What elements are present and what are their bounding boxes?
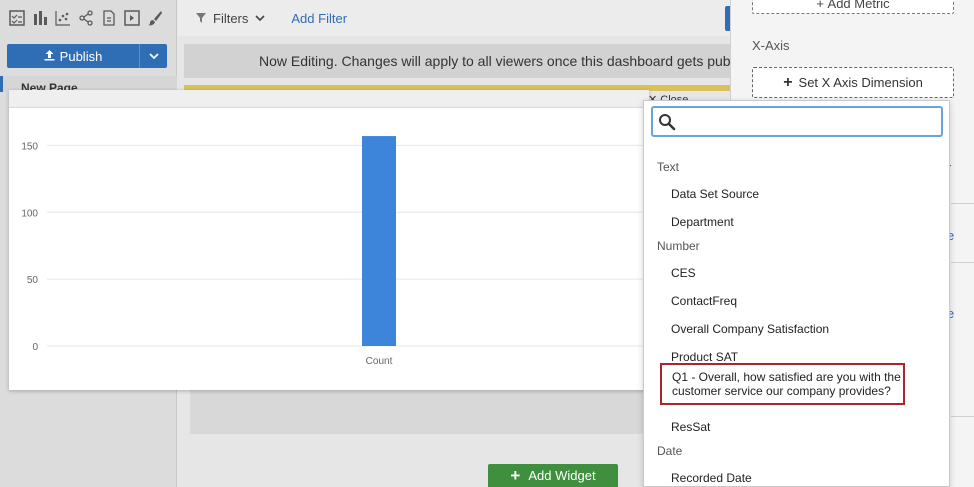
checklist-icon[interactable]	[9, 10, 25, 26]
bar-chart-icon[interactable]	[32, 10, 48, 26]
search-icon	[659, 114, 676, 131]
field-search	[651, 106, 943, 137]
y-tick-label: 0	[32, 342, 38, 353]
editing-banner-text: Now Editing. Changes will apply to all v…	[259, 53, 740, 69]
plus-icon: +	[783, 73, 793, 91]
publish-options-button[interactable]	[139, 44, 167, 68]
chevron-down-icon	[255, 14, 265, 21]
widget-preview: 0 50 100 150 Count	[9, 90, 649, 390]
field-group-label: Date	[657, 444, 683, 458]
x-axis-section-label: X-Axis	[752, 38, 790, 53]
panel-divider	[951, 262, 974, 263]
filters-dropdown[interactable]: Filters	[196, 11, 265, 26]
panel-divider	[951, 416, 974, 417]
set-x-axis-label: Set X Axis Dimension	[798, 75, 923, 90]
field-option[interactable]: CES	[644, 266, 951, 280]
field-option[interactable]: Overall Company Satisfaction	[644, 322, 951, 336]
filter-icon	[196, 13, 206, 23]
export-icon[interactable]	[124, 10, 140, 26]
editing-banner: Now Editing. Changes will apply to all v…	[184, 44, 740, 78]
x-tick-label: Count	[366, 356, 393, 367]
filter-bar: Filters Add Filter	[178, 0, 738, 36]
field-selector-dropdown: Text Data Set Source Department Number CES Co…	[643, 100, 950, 487]
publish-label: Publish	[59, 48, 103, 64]
scatter-icon[interactable]	[55, 10, 71, 26]
field-option[interactable]: Recorded Date	[644, 471, 951, 485]
paint-brush-icon[interactable]	[147, 10, 163, 26]
add-filter-link[interactable]: Add Filter	[291, 11, 347, 26]
field-search-input[interactable]	[681, 111, 937, 132]
plus-icon: +	[510, 465, 521, 485]
field-option[interactable]: Product SAT	[644, 350, 951, 364]
add-metric-button[interactable]: + Add Metric	[752, 0, 954, 14]
share-icon[interactable]	[78, 10, 94, 26]
upload-icon	[44, 49, 55, 64]
field-group-label: Text	[657, 160, 680, 174]
chevron-down-icon	[148, 52, 159, 59]
publish-button[interactable]: Publish	[7, 44, 139, 68]
bar-chart: 0 50 100 150 Count	[21, 136, 644, 367]
add-metric-label: Add Metric	[827, 0, 890, 11]
widget-toolbar	[0, 0, 177, 36]
bar[interactable]	[362, 136, 396, 346]
publish-button-group: Publish	[7, 44, 167, 68]
add-widget-label: Add Widget	[528, 468, 596, 483]
y-tick-label: 100	[21, 208, 38, 219]
panel-divider	[951, 203, 974, 204]
field-group-label: Number	[657, 239, 700, 253]
field-option-highlighted[interactable]: Q1 - Overall, how satisfied are you with…	[660, 363, 905, 405]
widget-preview-header	[9, 90, 649, 108]
add-widget-button[interactable]: + Add Widget	[488, 464, 618, 487]
document-icon[interactable]	[101, 10, 117, 26]
y-tick-label: 150	[21, 141, 38, 152]
y-tick-label: 50	[27, 275, 39, 286]
field-option[interactable]: ResSat	[644, 420, 951, 434]
plus-icon: +	[816, 0, 828, 11]
filters-label: Filters	[213, 10, 249, 26]
field-option[interactable]: ContactFreq	[644, 294, 951, 308]
set-x-axis-dimension-button[interactable]: + Set X Axis Dimension	[752, 67, 954, 98]
field-option[interactable]: Department	[644, 215, 951, 229]
field-option[interactable]: Data Set Source	[644, 187, 951, 201]
